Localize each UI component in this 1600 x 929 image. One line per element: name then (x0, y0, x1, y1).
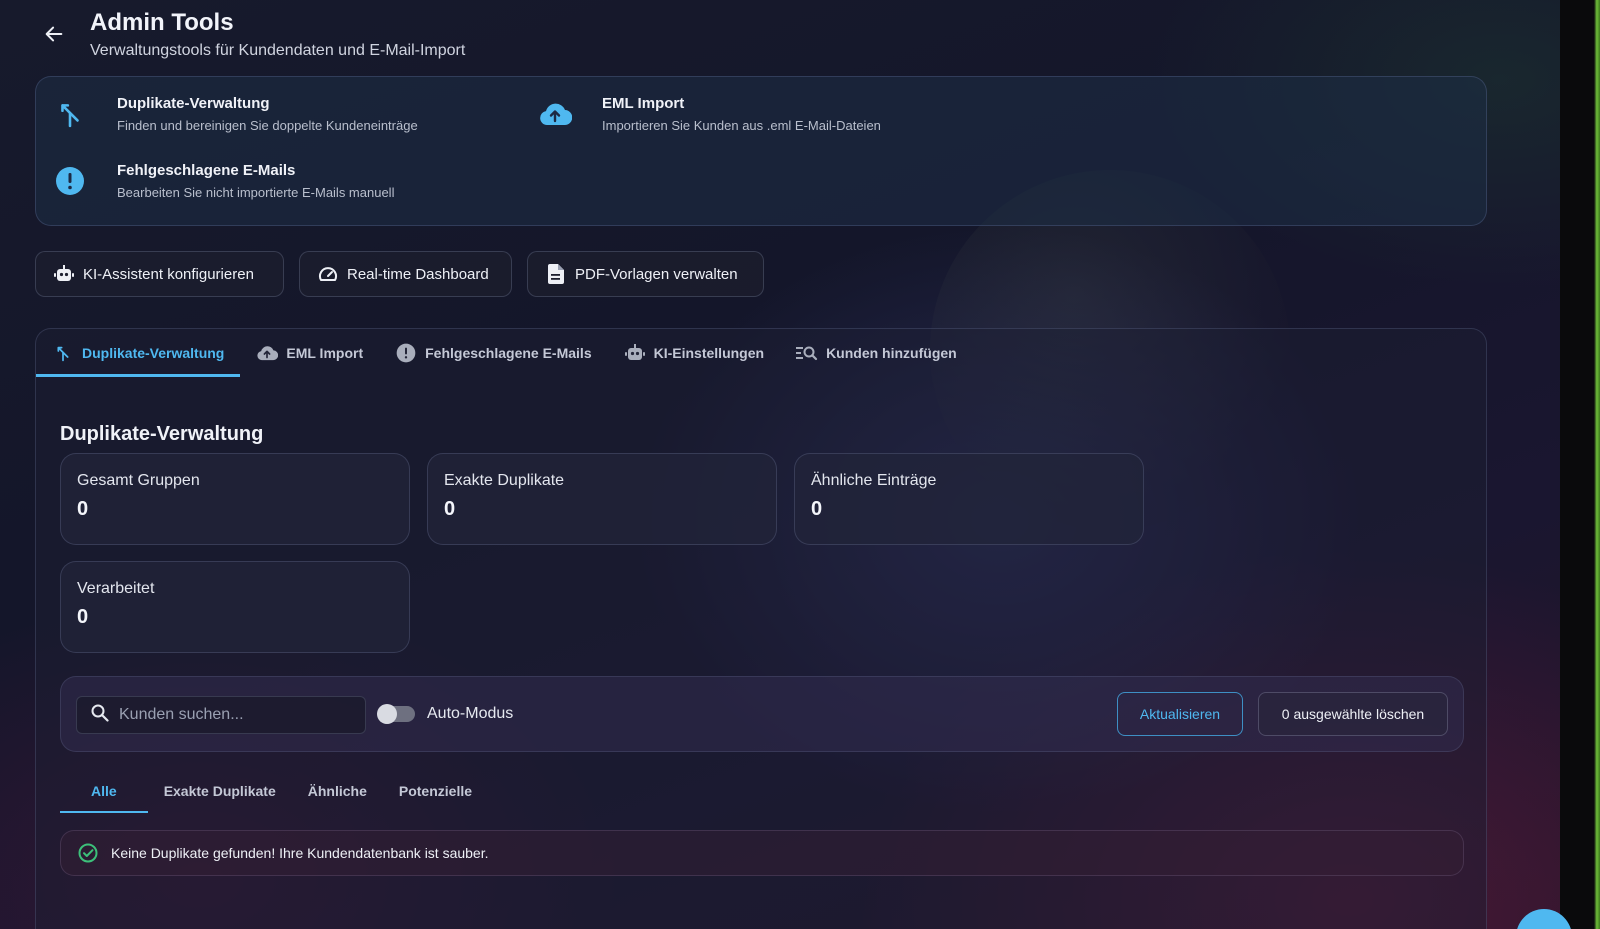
overview-item-eml-import[interactable]: EML Import Importieren Sie Kunden aus .e… (538, 95, 881, 133)
filter-tabs: Alle Exakte Duplikate Ähnliche Potenziel… (60, 769, 488, 813)
alert-text: Keine Duplikate gefunden! Ihre Kundendat… (111, 845, 489, 861)
page-subtitle: Verwaltungstools für Kundendaten und E-M… (90, 42, 466, 59)
cloud-upload-icon (256, 342, 279, 364)
speedometer-icon (318, 264, 338, 284)
filter-tab-similar[interactable]: Ähnliche (292, 769, 383, 813)
page-title: Admin Tools (90, 9, 234, 36)
pdf-templates-button[interactable]: PDF-Vorlagen verwalten (527, 251, 764, 297)
alert-circle-icon (395, 342, 417, 364)
document-icon (546, 264, 566, 284)
tab-label: Kunden hinzufügen (826, 345, 957, 361)
toggle-knob (377, 704, 397, 724)
list-search-icon (796, 342, 818, 364)
no-duplicates-alert: Keine Duplikate gefunden! Ihre Kundendat… (60, 830, 1464, 876)
tab-ki-settings[interactable]: KI-Einstellungen (608, 329, 780, 377)
tab-label: EML Import (286, 345, 364, 361)
filter-tab-all[interactable]: Alle (60, 769, 148, 813)
section-title: Duplikate-Verwaltung (60, 423, 264, 445)
search-icon (91, 704, 109, 727)
tab-eml-import[interactable]: EML Import (240, 329, 379, 377)
search-input[interactable] (119, 706, 349, 724)
auto-mode-toggle[interactable] (377, 704, 415, 724)
alert-circle-icon (53, 164, 87, 198)
ki-assistant-button[interactable]: KI-Assistent konfigurieren (35, 251, 284, 297)
filter-tab-exact[interactable]: Exakte Duplikate (148, 769, 292, 813)
delete-selected-button[interactable]: 0 ausgewählte löschen (1258, 692, 1448, 736)
tab-duplicates[interactable]: Duplikate-Verwaltung (36, 329, 241, 377)
overview-item-description: Importieren Sie Kunden aus .eml E-Mail-D… (602, 118, 881, 133)
stat-card-similar-entries: Ähnliche Einträge 0 (794, 453, 1144, 545)
tab-label: KI-Einstellungen (653, 345, 765, 361)
robot-icon (624, 342, 646, 364)
admin-tools-page: Admin Tools Verwaltungstools für Kundend… (0, 0, 1600, 929)
overview-item-description: Bearbeiten Sie nicht importierte E-Mails… (117, 185, 395, 200)
stat-card-total-groups: Gesamt Gruppen 0 (60, 453, 410, 545)
main-tabs: Duplikate-Verwaltung EML Import Fehlgesc… (36, 329, 973, 377)
stat-label: Gesamt Gruppen (77, 472, 200, 489)
back-button[interactable] (36, 18, 72, 54)
realtime-dashboard-button-label: Real-time Dashboard (347, 265, 489, 283)
tab-failed-emails[interactable]: Fehlgeschlagene E-Mails (379, 329, 608, 377)
stat-value: 0 (77, 498, 89, 520)
filter-tab-potential[interactable]: Potenzielle (383, 769, 488, 813)
tab-label: Fehlgeschlagene E-Mails (425, 345, 592, 361)
tab-add-customers[interactable]: Kunden hinzufügen (780, 329, 973, 377)
merge-icon (52, 342, 74, 364)
merge-icon (53, 97, 87, 131)
arrow-left-icon (43, 23, 65, 50)
pdf-templates-button-label: PDF-Vorlagen verwalten (575, 265, 738, 283)
overview-item-title: Duplikate-Verwaltung (117, 95, 270, 112)
stat-value: 0 (444, 498, 456, 520)
realtime-dashboard-button[interactable]: Real-time Dashboard (299, 251, 512, 297)
ki-assistant-button-label: KI-Assistent konfigurieren (83, 265, 254, 283)
stat-card-exact-duplicates: Exakte Duplikate 0 (427, 453, 777, 545)
robot-icon (54, 264, 74, 284)
duplicates-toolbar: Auto-Modus Aktualisieren 0 ausgewählte l… (60, 676, 1464, 752)
floating-action-button[interactable] (1516, 909, 1572, 929)
auto-mode-label: Auto-Modus (427, 705, 514, 722)
stat-value: 0 (77, 606, 89, 628)
stat-label: Ähnliche Einträge (811, 472, 937, 489)
search-box[interactable] (76, 696, 366, 734)
main-panel: Duplikate-Verwaltung EML Import Fehlgesc… (35, 328, 1487, 929)
overview-item-failed-emails[interactable]: Fehlgeschlagene E-Mails Bearbeiten Sie n… (53, 162, 394, 200)
overview-card: Duplikate-Verwaltung Finden und bereinig… (35, 76, 1487, 226)
overview-item-title: Fehlgeschlagene E-Mails (117, 162, 296, 179)
refresh-button[interactable]: Aktualisieren (1117, 692, 1243, 736)
stat-label: Exakte Duplikate (444, 472, 565, 489)
tab-label: Duplikate-Verwaltung (82, 345, 225, 361)
overview-item-title: EML Import (602, 95, 685, 112)
stat-label: Verarbeitet (77, 580, 155, 597)
check-circle-icon (77, 842, 99, 864)
overview-item-duplicates[interactable]: Duplikate-Verwaltung Finden und bereinig… (53, 95, 418, 133)
stat-card-processed: Verarbeitet 0 (60, 561, 410, 653)
page-header: Admin Tools Verwaltungstools für Kundend… (36, 8, 465, 60)
stat-value: 0 (811, 498, 823, 520)
overview-item-description: Finden und bereinigen Sie doppelte Kunde… (117, 118, 418, 133)
cloud-upload-icon (538, 97, 572, 131)
